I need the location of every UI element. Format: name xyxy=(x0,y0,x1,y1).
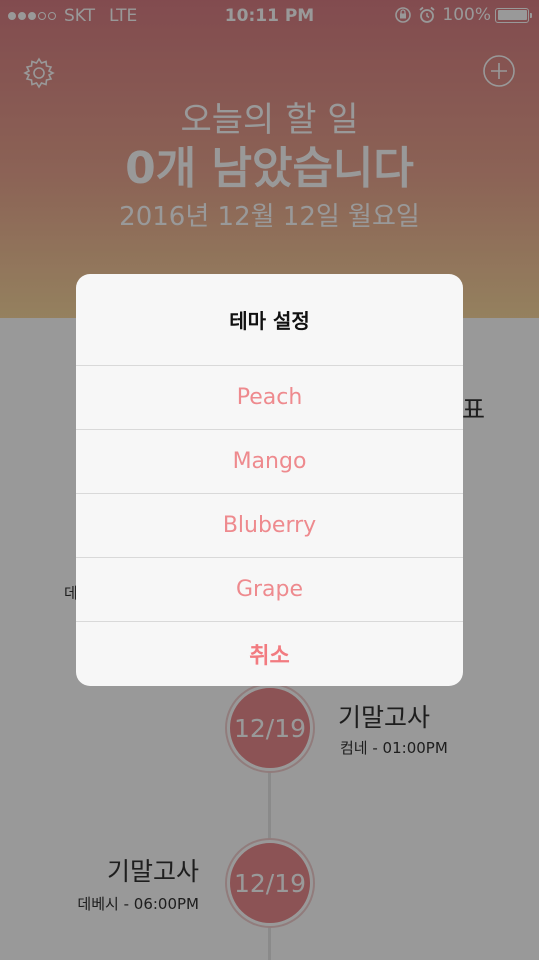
dialog-title: 테마 설정 xyxy=(76,274,463,366)
theme-option-mango[interactable]: Mango xyxy=(76,430,463,494)
theme-option-peach[interactable]: Peach xyxy=(76,366,463,430)
theme-option-bluberry[interactable]: Bluberry xyxy=(76,494,463,558)
theme-option-grape[interactable]: Grape xyxy=(76,558,463,622)
theme-dialog: 테마 설정 Peach Mango Bluberry Grape 취소 xyxy=(76,274,463,686)
cancel-button[interactable]: 취소 xyxy=(76,622,463,686)
